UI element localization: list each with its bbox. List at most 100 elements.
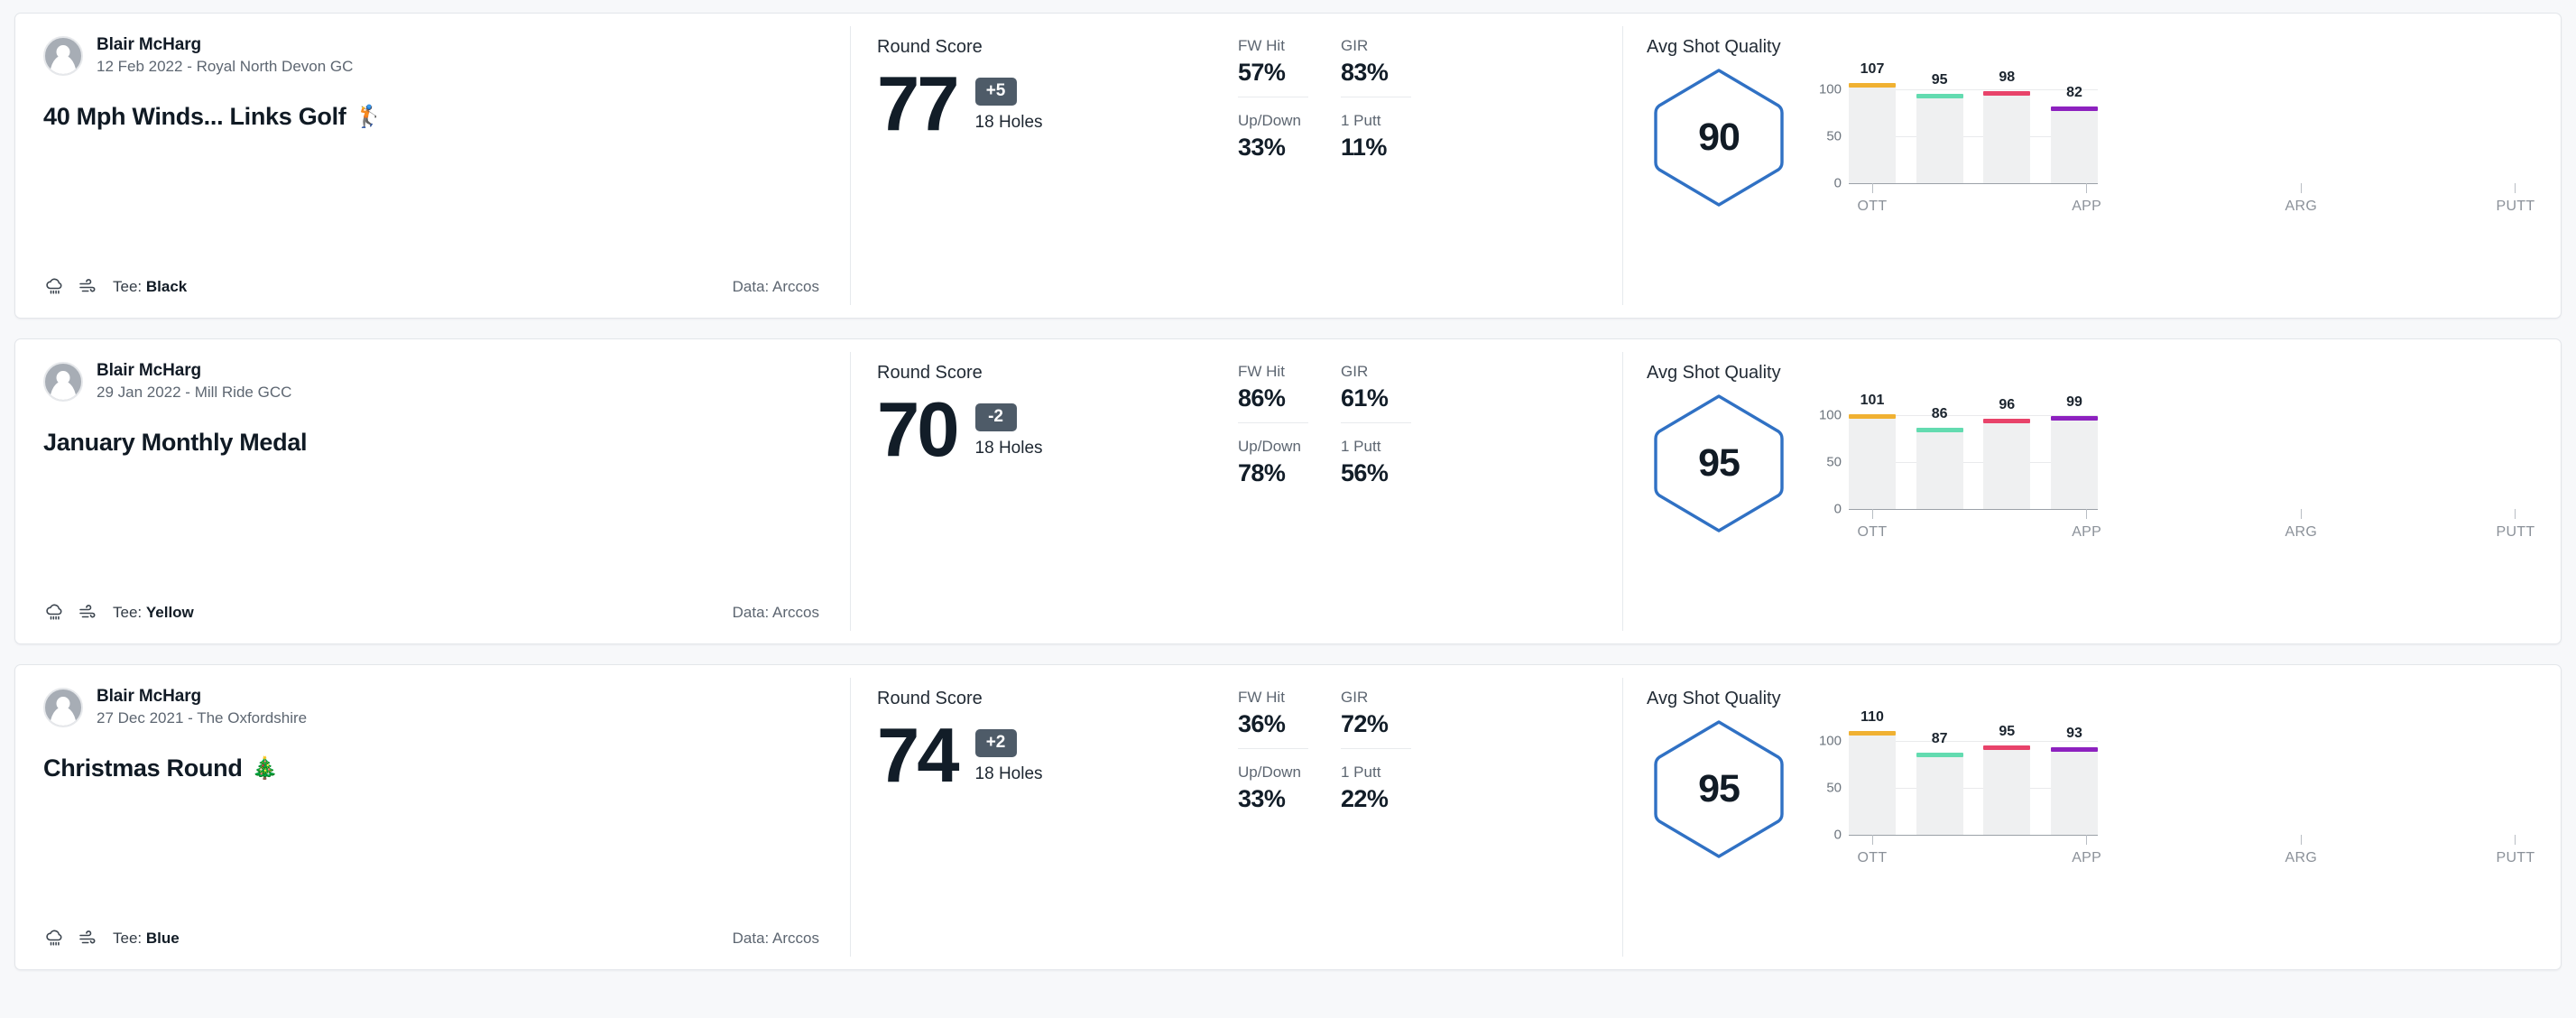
x-axis-label: OTT [1857, 524, 1888, 540]
avatar-body-shape [50, 380, 77, 400]
round-footer: Tee: Yellow Data: Arccos [43, 582, 819, 643]
x-tick-mark [1871, 835, 1873, 845]
bar-column[interactable]: 82 [2050, 70, 2098, 183]
stat-one-putt: 1 Putt 22% [1341, 764, 1411, 823]
bar-column[interactable]: 86 [1916, 396, 1963, 509]
x-axis-item: OTT [1849, 835, 1896, 871]
bar-column[interactable]: 98 [1983, 69, 2031, 183]
data-source: Data: Arccos [733, 930, 819, 948]
bar-column[interactable]: 101 [1849, 393, 1896, 509]
bar-cap [1983, 419, 2031, 423]
bar-column[interactable]: 93 [2050, 722, 2098, 835]
x-tick-mark [2300, 835, 2302, 845]
round-footer: Tee: Blue Data: Arccos [43, 908, 819, 969]
round-footer: Tee: Black Data: Arccos [43, 256, 819, 318]
round-summary-pane: Blair McHarg 12 Feb 2022 - Royal North D… [15, 14, 850, 318]
stat-fw-hit: FW Hit 86% [1238, 363, 1308, 423]
y-tick-label: 0 [1833, 827, 1842, 843]
round-title[interactable]: 40 Mph Winds... Links Golf 🏌️ [43, 103, 819, 131]
stat-value: 36% [1238, 710, 1286, 737]
score-block: Round Score 70 -2 18 Holes [877, 363, 1238, 643]
bar-cap [2050, 747, 2098, 753]
x-axis-label: ARG [2285, 524, 2318, 540]
bar-column[interactable]: 99 [2050, 394, 2098, 509]
x-axis-item: ARG [2277, 183, 2324, 219]
round-summary-pane: Blair McHarg 29 Jan 2022 - Mill Ride GCC… [15, 339, 850, 643]
player-name[interactable]: Blair McHarg [97, 687, 307, 707]
score-pane: Round Score 70 -2 18 Holes FW Hit 86% GI… [851, 339, 1622, 643]
round-title[interactable]: Christmas Round 🎄 [43, 754, 819, 782]
x-tick-mark [1871, 509, 1873, 519]
bar-cap [1983, 90, 2031, 96]
x-tick-mark [2086, 509, 2088, 519]
data-source-prefix: Data: [732, 930, 773, 947]
player-row[interactable]: Blair McHarg 12 Feb 2022 - Royal North D… [43, 35, 819, 76]
plot-area: 107 95 98 82 [1849, 61, 2098, 184]
x-axis-item: APP [2064, 835, 2110, 871]
stat-value: 83% [1341, 59, 1389, 86]
stat-label: FW Hit [1238, 37, 1285, 54]
y-tick-label: 100 [1818, 733, 1842, 749]
tee-label: Tee: Blue [113, 930, 180, 948]
round-title-text: Christmas Round [43, 754, 243, 782]
stat-value: 72% [1341, 710, 1389, 737]
bar-column[interactable]: 95 [1983, 722, 2031, 835]
bar-body [1849, 736, 1896, 835]
x-axis-label: APP [2072, 199, 2102, 214]
tee-prefix: Tee: [113, 278, 146, 295]
stat-fw-hit: FW Hit 36% [1238, 689, 1308, 749]
bar-value-label: 87 [1931, 731, 1948, 747]
player-name[interactable]: Blair McHarg [97, 35, 353, 55]
stats-grid: FW Hit 36% GIR 72% Up/Down 33% 1 Putt 22… [1238, 689, 1482, 969]
bar-column[interactable]: 96 [1983, 396, 2031, 509]
tee-prefix: Tee: [113, 930, 146, 947]
round-title[interactable]: January Monthly Medal [43, 429, 819, 457]
y-tick-label: 50 [1826, 780, 1842, 796]
stat-value: 33% [1238, 785, 1286, 812]
round-date-course: 29 Jan 2022 - Mill Ride GCC [97, 384, 292, 401]
player-row[interactable]: Blair McHarg 27 Dec 2021 - The Oxfordshi… [43, 687, 819, 727]
shot-quality-value: 95 [1698, 767, 1740, 810]
shot-quality-pane: Avg Shot Quality 95 0 50 100 110 87 95 9… [1623, 665, 2561, 969]
bar-cap [1849, 731, 1896, 736]
player-name[interactable]: Blair McHarg [97, 361, 291, 381]
wind-icon [77, 928, 100, 949]
data-source: Data: Arccos [733, 604, 819, 622]
round-card[interactable]: Blair McHarg 27 Dec 2021 - The Oxfordshi… [14, 664, 2562, 970]
x-tick-mark [1871, 183, 1873, 193]
round-score-value: 77 [877, 61, 960, 147]
bars-group: 107 95 98 82 [1849, 61, 2098, 183]
tee-value: Blue [145, 930, 180, 947]
stats-grid: FW Hit 86% GIR 61% Up/Down 78% 1 Putt 56… [1238, 363, 1482, 643]
x-axis-label: PUTT [2496, 199, 2535, 214]
stat-value: 33% [1238, 134, 1286, 161]
x-tick-mark [2515, 183, 2516, 193]
round-card[interactable]: Blair McHarg 12 Feb 2022 - Royal North D… [14, 13, 2562, 319]
avatar[interactable] [43, 361, 83, 402]
bar-value-label: 101 [1860, 392, 1885, 408]
x-axis-label: APP [2072, 524, 2102, 540]
x-axis-label: PUTT [2496, 850, 2535, 865]
avatar[interactable] [43, 687, 83, 727]
avatar[interactable] [43, 35, 83, 76]
bar-value-label: 98 [1999, 69, 2016, 85]
round-card[interactable]: Blair McHarg 29 Jan 2022 - Mill Ride GCC… [14, 338, 2562, 644]
player-row[interactable]: Blair McHarg 29 Jan 2022 - Mill Ride GCC [43, 361, 819, 402]
conditions-group: Tee: Yellow [43, 602, 194, 624]
bar-cap [2050, 106, 2098, 111]
tee-prefix: Tee: [113, 604, 146, 621]
x-tick-mark [2300, 509, 2302, 519]
stat-label: GIR [1341, 37, 1369, 54]
stat-value: 11% [1341, 134, 1387, 161]
round-score-heading: Round Score [877, 689, 983, 708]
avatar-body-shape [50, 706, 77, 726]
x-axis-label: ARG [2285, 199, 2318, 214]
round-title-emoji: 🏌️ [355, 104, 383, 129]
bar-body [1849, 87, 1896, 183]
bar-column[interactable]: 107 [1849, 61, 1896, 183]
bar-column[interactable]: 87 [1916, 722, 1963, 835]
bar-column[interactable]: 110 [1849, 709, 1896, 835]
stat-one-putt: 1 Putt 11% [1341, 112, 1411, 171]
avg-shot-quality-heading: Avg Shot Quality [1647, 37, 1781, 57]
bar-column[interactable]: 95 [1916, 70, 1963, 183]
